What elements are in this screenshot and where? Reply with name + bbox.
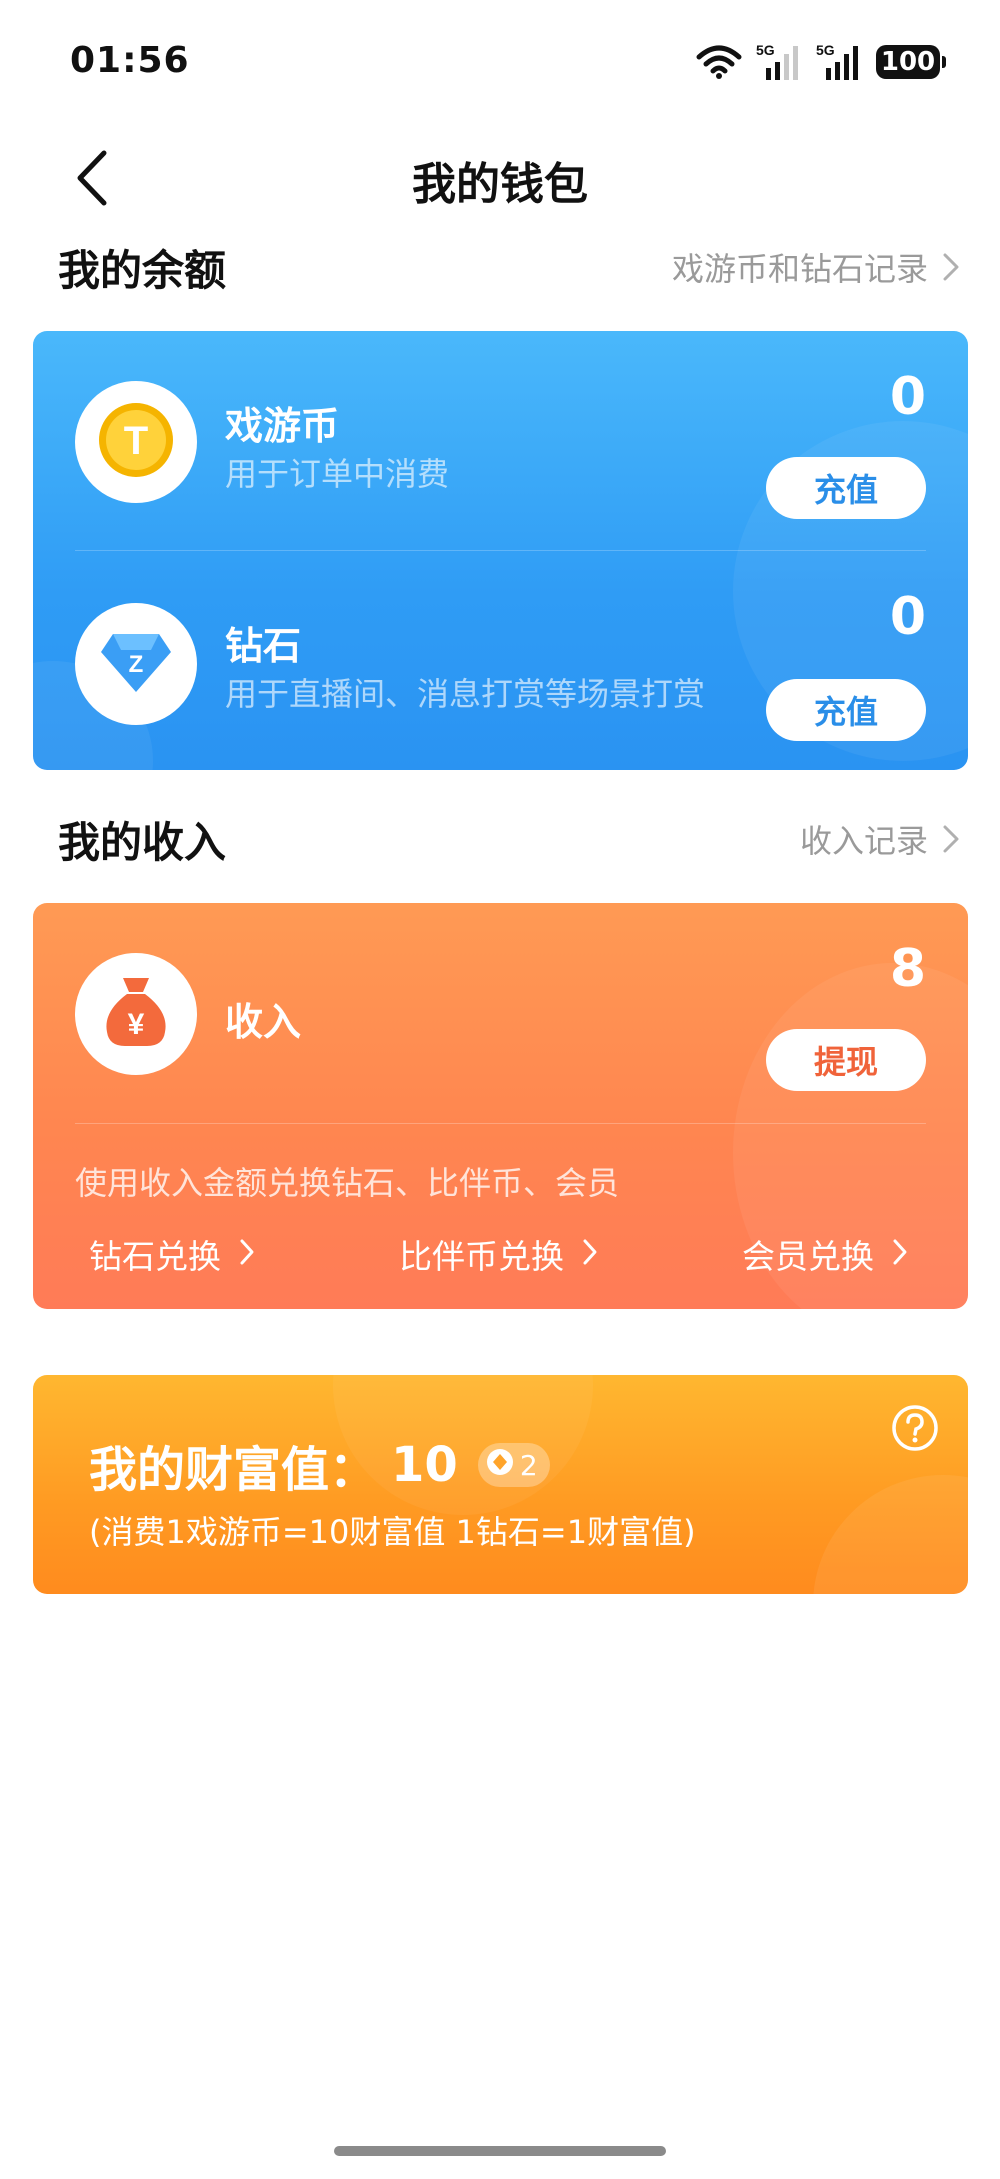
chevron-right-icon xyxy=(942,252,960,282)
companion-coin-exchange-label: 比伴币兑换 xyxy=(399,1237,564,1276)
diamond-recharge-button[interactable]: 充值 xyxy=(766,679,926,741)
income-title: 收入 xyxy=(225,1000,302,1044)
coin-amount: 0 xyxy=(889,367,926,427)
wealth-value: 10 xyxy=(391,1437,458,1493)
coin-description: 用于订单中消费 xyxy=(225,455,450,493)
coin-icon-letter: T xyxy=(124,419,148,463)
money-bag-symbol: ¥ xyxy=(128,1008,145,1041)
question-circle-icon xyxy=(890,1405,940,1457)
signal-5g-label-1: 5G xyxy=(756,42,775,58)
status-icons: 5G 5G 100 xyxy=(696,42,946,82)
signal-5g-icon-2: 5G xyxy=(816,42,862,82)
wealth-summary: 我的财富值： 10 2 xyxy=(89,1430,550,1500)
income-section-title: 我的收入 xyxy=(58,817,227,867)
diamond-exchange-link[interactable]: 钻石兑换 xyxy=(89,1230,255,1278)
gold-coin-icon: T xyxy=(97,401,175,483)
income-amount: 8 xyxy=(889,939,926,999)
chevron-right-icon xyxy=(582,1235,598,1274)
chevron-right-icon xyxy=(892,1235,908,1274)
wealth-note: (消费1戏游币=10财富值 1钻石=1财富值) xyxy=(89,1513,696,1551)
nav-bar: 我的钱包 xyxy=(0,130,1000,240)
balance-card: T 戏游币 用于订单中消费 0 充值 Z 钻石 用于直播间、消息打赏等场景打赏 … xyxy=(33,331,968,770)
income-records-label: 收入记录 xyxy=(799,822,928,860)
balance-section-header: 我的余额 戏游币和钻石记录 xyxy=(58,232,960,302)
home-indicator[interactable] xyxy=(334,2146,666,2156)
diamond-icon-letter: Z xyxy=(129,651,144,678)
wealth-level-badge: 2 xyxy=(477,1443,550,1487)
income-section-header: 我的收入 收入记录 xyxy=(58,804,960,874)
signal-5g-label-2: 5G xyxy=(816,42,835,58)
battery-indicator: 100 xyxy=(876,45,946,79)
diamond-amount: 0 xyxy=(889,587,926,647)
wealth-card: 我的财富值： 10 2 (消费1戏游币=10财富值 1钻石=1财富值) xyxy=(33,1375,968,1594)
status-bar: 01:56 5G 5G 100 xyxy=(0,0,1000,130)
balance-records-link[interactable]: 戏游币和钻石记录 xyxy=(672,244,960,290)
money-bag-icon: ¥ xyxy=(101,974,171,1054)
status-time: 01:56 xyxy=(70,40,190,81)
balance-section-title: 我的余额 xyxy=(58,245,227,295)
diamond-avatar: Z xyxy=(75,603,197,725)
signal-5g-icon-1: 5G xyxy=(756,42,802,82)
withdraw-button[interactable]: 提现 xyxy=(766,1029,926,1091)
income-description: 使用收入金额兑换钻石、比伴币、会员 xyxy=(75,1164,620,1202)
help-button[interactable] xyxy=(890,1403,940,1457)
income-avatar: ¥ xyxy=(75,953,197,1075)
wifi-icon xyxy=(696,45,742,79)
chevron-right-icon xyxy=(942,824,960,854)
diamond-title: 钻石 xyxy=(225,624,302,668)
diamond-description: 用于直播间、消息打赏等场景打赏 xyxy=(225,675,706,713)
coin-title: 戏游币 xyxy=(225,404,340,448)
wealth-label: 我的财富值： xyxy=(89,1442,378,1498)
income-records-link[interactable]: 收入记录 xyxy=(800,816,960,862)
coin-recharge-button[interactable]: 充值 xyxy=(766,457,926,519)
diamond-exchange-label: 钻石兑换 xyxy=(89,1237,221,1276)
balance-records-label: 戏游币和钻石记录 xyxy=(671,250,928,288)
diamond-level-icon xyxy=(486,1448,514,1483)
card-divider xyxy=(75,1123,926,1124)
chevron-right-icon xyxy=(239,1235,255,1274)
card-decoration xyxy=(813,1475,968,1594)
wealth-badge-value: 2 xyxy=(519,1448,538,1482)
coin-balance-row: T 戏游币 用于订单中消费 0 充值 xyxy=(33,331,968,531)
diamond-icon: Z xyxy=(99,630,173,698)
coin-avatar: T xyxy=(75,381,197,503)
exchange-links: 钻石兑换 比伴币兑换 会员兑换 xyxy=(89,1230,908,1278)
member-exchange-link[interactable]: 会员兑换 xyxy=(742,1230,908,1278)
page-title: 我的钱包 xyxy=(412,159,588,210)
income-card: ¥ 收入 8 提现 使用收入金额兑换钻石、比伴币、会员 钻石兑换 比伴币兑换 会… xyxy=(33,903,968,1309)
companion-coin-exchange-link[interactable]: 比伴币兑换 xyxy=(399,1230,598,1278)
member-exchange-label: 会员兑换 xyxy=(742,1237,874,1276)
diamond-balance-row: Z 钻石 用于直播间、消息打赏等场景打赏 0 充值 xyxy=(33,551,968,751)
